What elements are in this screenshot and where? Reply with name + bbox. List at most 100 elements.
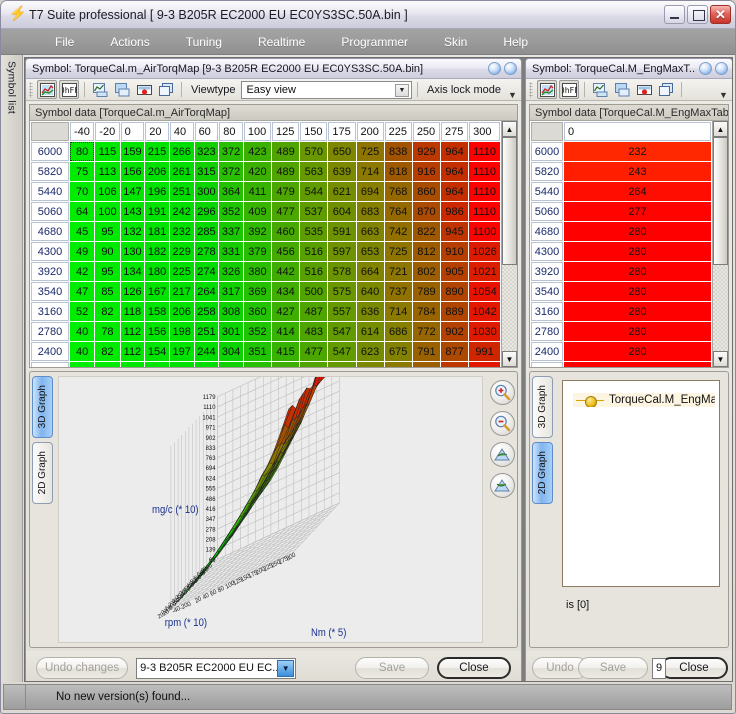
table-cell[interactable]: 331 (219, 242, 243, 262)
table-cell[interactable]: 902 (440, 322, 469, 342)
table-row[interactable]: 5820 75 113 156 206 261 315 372 420 489 563 639 714 8… (31, 162, 500, 182)
left-grid-vscrollbar[interactable]: ▲ ▼ (501, 121, 517, 367)
table-cell[interactable]: 301 (219, 322, 243, 342)
table-cell[interactable]: 623 (356, 342, 384, 362)
table-corner-cell[interactable] (31, 122, 69, 142)
table-cell[interactable]: 266 (169, 142, 194, 162)
table-row[interactable]: 3920 280 (531, 262, 711, 282)
table-cell[interactable]: 167 (145, 282, 169, 302)
menu-item-programmer[interactable]: Programmer (323, 31, 426, 53)
table-cell[interactable]: 737 (384, 282, 412, 302)
table-cell[interactable]: 802 (412, 262, 440, 282)
table-row[interactable]: 3540 47 85 126 167 217 264 317 369 434 500 575 640 73… (31, 282, 500, 302)
zoom-in-icon[interactable] (489, 380, 515, 405)
table-cell[interactable]: 280 (564, 262, 711, 282)
table-cell[interactable]: 258 (194, 302, 219, 322)
table-row[interactable]: 6000 232 (531, 142, 711, 162)
graph-2d-icon[interactable] (590, 80, 610, 99)
chevron-down-icon[interactable]: ▼ (395, 83, 410, 97)
table-cell[interactable]: 986 (440, 202, 469, 222)
table-cell[interactable]: 392 (243, 222, 272, 242)
table-cell[interactable]: 351 (243, 342, 272, 362)
table-cell[interactable]: 49 (70, 242, 95, 262)
close-button-left[interactable]: Close (437, 657, 511, 679)
scrollbar-track[interactable] (502, 265, 517, 351)
menu-item-realtime[interactable]: Realtime (240, 31, 323, 53)
table-cell[interactable]: 264 (564, 182, 711, 202)
undo-changes-button[interactable]: Undo changes (36, 657, 129, 679)
menu-item-actions[interactable]: Actions (92, 31, 167, 53)
table-cell[interactable]: 300 (194, 182, 219, 202)
table-row[interactable]: 2400 280 (531, 342, 711, 362)
table-cell[interactable]: 838 (384, 142, 412, 162)
table-cell[interactable]: 1030 (469, 322, 500, 342)
table-cell[interactable]: 115 (95, 142, 120, 162)
tab-3d-graph-right[interactable]: 3D Graph (532, 376, 553, 438)
table-cell[interactable]: 636 (356, 302, 384, 322)
table-cell[interactable]: 479 (272, 182, 300, 202)
table-cell[interactable]: 45 (70, 222, 95, 242)
table-cell[interactable]: 516 (300, 262, 328, 282)
table-cell[interactable]: 278 (194, 242, 219, 262)
table-cell[interactable]: 877 (440, 342, 469, 362)
column-header[interactable]: -20 (95, 122, 120, 142)
table-cell[interactable]: 477 (272, 202, 300, 222)
table-row[interactable]: 4300 49 90 130 182 229 278 331 379 456 516 597 653 72… (31, 242, 500, 262)
column-header[interactable]: 250 (412, 122, 440, 142)
table-row[interactable]: 4680 45 95 132 181 232 285 337 392 460 535 591 663 74… (31, 222, 500, 242)
row-header[interactable]: 2200 (531, 362, 563, 367)
table-cell[interactable]: 372 (219, 162, 243, 182)
row-header[interactable]: 5060 (531, 202, 563, 222)
table-cell[interactable]: 460 (272, 222, 300, 242)
column-header[interactable]: 125 (272, 122, 300, 142)
column-header[interactable]: 20 (145, 122, 169, 142)
table-cell[interactable]: 714 (384, 302, 412, 322)
table-cell[interactable]: 640 (356, 282, 384, 302)
table-row[interactable]: 5440 264 (531, 182, 711, 202)
table-cell[interactable]: 296 (194, 202, 219, 222)
left-data-table[interactable]: -40 -20 0 20 40 60 80 100 125 150 175 200 225 250 275 3… (30, 121, 501, 367)
table-cell[interactable]: 217 (169, 282, 194, 302)
row-header[interactable]: 5440 (531, 182, 563, 202)
row-header[interactable]: 2400 (531, 342, 563, 362)
column-header[interactable]: 60 (194, 122, 219, 142)
table-cell[interactable]: 575 (328, 282, 356, 302)
left-grid-scrollarea[interactable]: -40 -20 0 20 40 60 80 100 125 150 175 200 225 250 275 3… (30, 121, 501, 367)
map-view-icon[interactable] (537, 80, 557, 99)
table-cell[interactable]: 70 (70, 182, 95, 202)
table-cell[interactable]: 890 (440, 282, 469, 302)
table-cell[interactable]: 182 (145, 242, 169, 262)
row-header[interactable]: 5060 (31, 202, 69, 222)
table-cell[interactable]: 721 (384, 262, 412, 282)
table-cell[interactable]: 812 (412, 242, 440, 262)
table-cell[interactable]: 118 (120, 302, 145, 322)
graph-surface-icon[interactable] (612, 80, 632, 99)
table-cell[interactable]: 277 (564, 202, 711, 222)
table-cell[interactable]: 800 (412, 362, 440, 367)
menu-item-file[interactable]: File (37, 31, 92, 53)
table-cell[interactable]: 931 (440, 362, 469, 367)
table-row[interactable]: 3160 52 82 118 158 206 258 308 360 427 487 557 636 71… (31, 302, 500, 322)
table-cell[interactable]: 261 (169, 162, 194, 182)
table-cell[interactable]: 337 (219, 222, 243, 242)
graph-2d-icon[interactable] (90, 80, 110, 99)
scrollbar-thumb[interactable] (502, 137, 517, 266)
table-cell[interactable]: 280 (564, 302, 711, 322)
table-cell[interactable]: 557 (328, 302, 356, 322)
table-cell[interactable]: 991 (469, 342, 500, 362)
binary-file-select[interactable]: 9-3 B205R EC2000 EU EC... ▼ (136, 657, 297, 679)
table-cell[interactable]: 323 (194, 142, 219, 162)
table-cell[interactable]: 369 (243, 282, 272, 302)
table-cell[interactable]: 75 (70, 162, 95, 182)
table-cell[interactable]: 380 (243, 262, 272, 282)
tab-2d-graph[interactable]: 2D Graph (32, 442, 53, 504)
compare-icon[interactable] (634, 80, 654, 99)
table-cell[interactable]: 489 (272, 142, 300, 162)
row-header[interactable]: 3160 (531, 302, 563, 322)
row-header[interactable]: 4680 (31, 222, 69, 242)
zoom-out-icon[interactable] (489, 411, 515, 436)
table-cell[interactable]: 134 (120, 262, 145, 282)
table-cell[interactable]: 379 (243, 242, 272, 262)
table-cell[interactable]: 251 (194, 322, 219, 342)
table-cell[interactable]: 964 (440, 182, 469, 202)
